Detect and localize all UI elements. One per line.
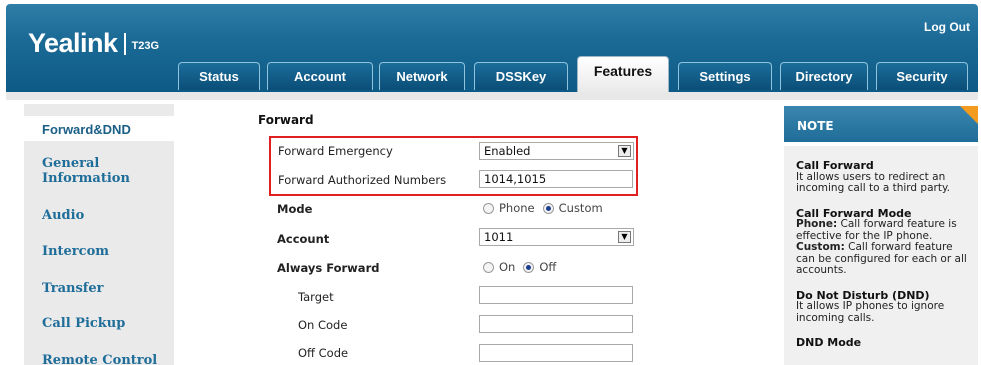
note-panel: Call Forward It allows users to redirect… — [784, 146, 978, 365]
note-call-forward-text: It allows users to redirect an incoming … — [796, 170, 951, 194]
forward-emergency-select[interactable]: Enabled ▼ — [479, 142, 634, 160]
mode-radio-group: Phone Custom — [483, 201, 603, 215]
note-dnd-text: It allows IP phones to ignore incoming c… — [796, 300, 945, 324]
sidebar-item-transfer[interactable]: Transfer — [24, 281, 174, 296]
note-dnd-mode-title: DND Mode — [796, 336, 862, 349]
always-forward-off-label: Off — [539, 260, 557, 274]
always-forward-radio-group: On Off — [483, 260, 556, 274]
note-dnd: Do Not Disturb (DND) It allows IP phones… — [796, 289, 968, 325]
account-select[interactable]: 1011 ▼ — [479, 228, 634, 246]
forward-emergency-label: Forward Emergency — [278, 144, 393, 158]
forward-authorized-numbers-label: Forward Authorized Numbers — [278, 173, 447, 187]
chevron-down-icon: ▼ — [618, 231, 631, 243]
on-code-label: On Code — [298, 318, 348, 332]
tab-security[interactable]: Security — [876, 62, 968, 90]
tab-network[interactable]: Network — [379, 62, 465, 90]
chevron-down-icon: ▼ — [618, 145, 631, 157]
logo-separator — [123, 32, 126, 55]
mode-label: Mode — [277, 202, 313, 216]
target-label: Target — [298, 290, 334, 304]
mode-phone-label: Phone — [499, 201, 535, 215]
note-phone-label: Phone: — [796, 218, 838, 230]
mode-custom-label: Custom — [558, 201, 603, 215]
sidebar-item-remote-control[interactable]: Remote Control — [24, 353, 174, 365]
on-code-input[interactable] — [479, 315, 633, 333]
tab-features[interactable]: Features — [577, 56, 669, 92]
brand-model: T23G — [131, 39, 160, 52]
section-title: Forward — [258, 113, 314, 127]
note-call-forward-title: Call Forward — [796, 159, 874, 172]
note-custom-label: Custom: — [796, 241, 845, 253]
brand-name: Yealink — [28, 28, 118, 58]
note-title: NOTE — [797, 119, 834, 133]
sidebar: Forward&DND General Information Audio In… — [24, 104, 174, 365]
note-phone-desc: Phone: Call forward feature is effective… — [796, 218, 968, 242]
always-forward-on-radio[interactable] — [483, 261, 494, 273]
sidebar-item-general-information[interactable]: General Information — [24, 156, 144, 186]
tab-account[interactable]: Account — [267, 62, 373, 90]
account-value: 1011 — [484, 230, 514, 244]
note-corner-accent — [960, 106, 978, 124]
off-code-input[interactable] — [479, 344, 633, 362]
note-call-forward: Call Forward It allows users to redirect… — [796, 160, 968, 195]
forward-emergency-value: Enabled — [484, 144, 531, 158]
always-forward-on-label: On — [499, 260, 516, 274]
forward-authorized-numbers-input[interactable]: 1014,1015 — [479, 170, 633, 188]
note-dnd-mode: DND Mode — [796, 337, 968, 349]
always-forward-off-radio[interactable] — [523, 261, 535, 273]
note-call-forward-mode: Call Forward Mode Phone: Call forward fe… — [796, 207, 968, 277]
sidebar-item-call-pickup[interactable]: Call Pickup — [24, 316, 174, 331]
target-input[interactable] — [479, 286, 633, 304]
tab-settings[interactable]: Settings — [678, 62, 772, 90]
off-code-label: Off Code — [298, 346, 349, 360]
account-label: Account — [277, 232, 330, 246]
tab-underline-bar — [6, 92, 978, 100]
brand-logo: Yealink T23G — [28, 28, 159, 59]
logout-link[interactable]: Log Out — [924, 20, 970, 34]
mode-custom-radio[interactable] — [542, 202, 554, 214]
sidebar-item-forward-dnd[interactable]: Forward&DND — [24, 116, 174, 141]
always-forward-label: Always Forward — [277, 261, 380, 275]
tab-dsskey[interactable]: DSSKey — [474, 62, 568, 90]
tab-status[interactable]: Status — [178, 62, 260, 90]
note-custom-desc: Custom: Call forward feature can be conf… — [796, 241, 968, 277]
note-header: NOTE — [784, 106, 978, 142]
mode-phone-radio[interactable] — [483, 202, 494, 214]
sidebar-item-audio[interactable]: Audio — [24, 208, 174, 223]
tab-directory[interactable]: Directory — [780, 62, 868, 90]
sidebar-item-intercom[interactable]: Intercom — [24, 244, 174, 259]
